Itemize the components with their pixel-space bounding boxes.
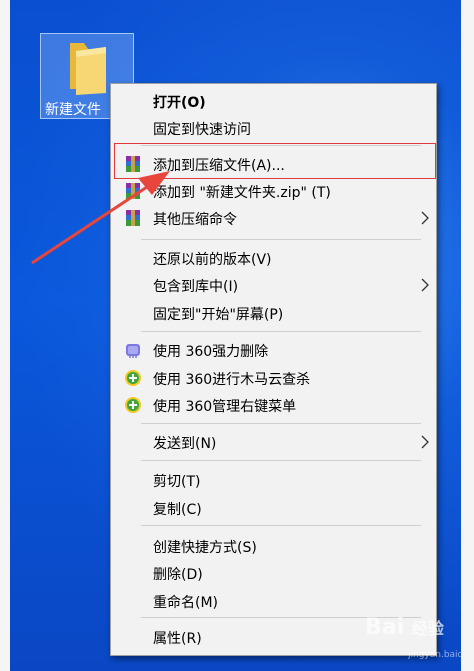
watermark-brand2: 经验 [411,619,444,638]
annotation-arrow-icon [31,171,170,265]
watermark-sub: jingyan.baidu.com [408,650,461,660]
desktop[interactable]: 新建文件 打开(O) 固定到快速访问 添加到压缩文件(A)... 添加到 "新建… [10,0,461,671]
watermark-brand: Bai [365,615,405,640]
screenshot-frame: 新建文件 打开(O) 固定到快速访问 添加到压缩文件(A)... 添加到 "新建… [0,0,474,671]
watermark: Bai 经验 [365,615,444,640]
